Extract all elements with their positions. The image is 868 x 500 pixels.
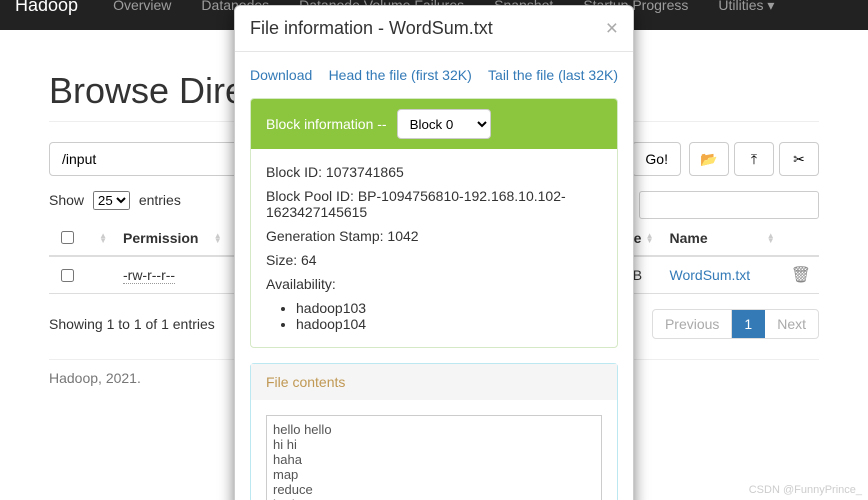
modal-title: File information - WordSum.txt bbox=[250, 18, 493, 39]
availability-item: hadoop104 bbox=[296, 316, 602, 332]
block-info-title: Block information -- bbox=[266, 116, 387, 132]
block-id-label: Block ID: bbox=[266, 164, 322, 180]
download-link[interactable]: Download bbox=[250, 67, 312, 83]
gen-stamp-value: 1042 bbox=[387, 228, 418, 244]
file-contents-panel: File contents bbox=[250, 363, 618, 500]
watermark: CSDN @FunnyPrince_ bbox=[749, 484, 862, 496]
file-contents-textarea[interactable] bbox=[266, 415, 602, 500]
file-contents-title: File contents bbox=[266, 374, 345, 390]
modal-backdrop: File information - WordSum.txt × Downloa… bbox=[0, 0, 868, 500]
tail-link[interactable]: Tail the file (last 32K) bbox=[488, 67, 618, 83]
block-id-value: 1073741865 bbox=[326, 164, 404, 180]
head-link[interactable]: Head the file (first 32K) bbox=[329, 67, 472, 83]
gen-stamp-label: Generation Stamp: bbox=[266, 228, 384, 244]
block-size-label: Size: bbox=[266, 252, 297, 268]
availability-item: hadoop103 bbox=[296, 300, 602, 316]
file-info-modal: File information - WordSum.txt × Downloa… bbox=[234, 5, 634, 500]
pool-id-label: Block Pool ID: bbox=[266, 188, 354, 204]
close-icon[interactable]: × bbox=[606, 18, 618, 39]
block-info-panel: Block information -- Block 0 Block ID: 1… bbox=[250, 98, 618, 348]
block-size-value: 64 bbox=[301, 252, 317, 268]
availability-label: Availability: bbox=[266, 276, 336, 292]
block-select[interactable]: Block 0 bbox=[397, 109, 491, 139]
